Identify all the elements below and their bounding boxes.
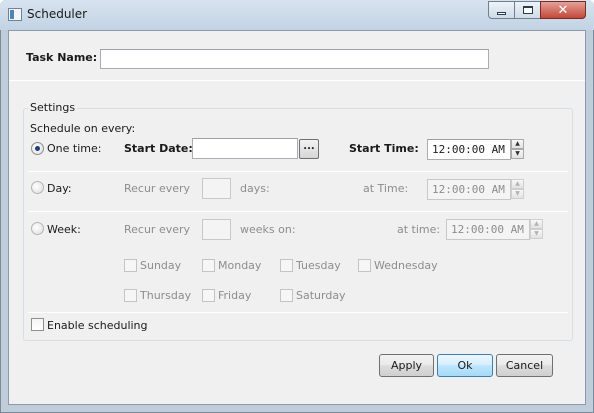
one-time-radio[interactable]: [31, 142, 44, 155]
ok-button[interactable]: Ok: [437, 354, 493, 377]
start-time-value: 12:00:00 AM: [432, 143, 505, 156]
settings-group-label: Settings: [28, 101, 78, 114]
date-picker-button[interactable]: ...: [299, 139, 319, 159]
separator-day: [28, 171, 568, 172]
week-time-spinner[interactable]: ▲ ▼: [530, 219, 543, 239]
saturday-checkbox[interactable]: [280, 289, 293, 302]
week-recur-input[interactable]: [202, 219, 231, 240]
sunday-label: Sunday: [140, 259, 182, 272]
tuesday-label: Tuesday: [296, 259, 341, 272]
day-at-time-label: at Time:: [363, 182, 409, 195]
day-time-value: 12:00:00 AM: [432, 183, 505, 196]
spin-down-icon[interactable]: ▼: [530, 229, 543, 239]
one-time-label[interactable]: One time:: [47, 142, 101, 155]
maximize-button[interactable]: [514, 1, 541, 19]
spin-up-icon[interactable]: ▲: [511, 179, 524, 189]
spin-up-icon[interactable]: ▲: [511, 139, 524, 149]
monday-label: Monday: [218, 259, 262, 272]
start-date-input[interactable]: [192, 138, 298, 159]
separator-enable: [28, 312, 568, 313]
week-recur-label: Recur every: [124, 223, 191, 236]
day-time-field[interactable]: 12:00:00 AM: [427, 179, 511, 200]
task-name-input[interactable]: [100, 49, 489, 69]
apply-button[interactable]: Apply: [379, 354, 434, 377]
saturday-label: Saturday: [296, 289, 346, 302]
week-time-value: 12:00:00 AM: [451, 223, 524, 236]
schedule-on-every-label: Schedule on every:: [30, 122, 136, 135]
day-recur-label: Recur every: [124, 182, 191, 195]
thursday-checkbox[interactable]: [124, 289, 137, 302]
week-radio[interactable]: [31, 222, 44, 235]
week-at-time-label: at time:: [397, 223, 441, 236]
day-recur-input[interactable]: [202, 178, 231, 199]
friday-checkbox[interactable]: [202, 289, 215, 302]
tuesday-checkbox[interactable]: [280, 259, 293, 272]
close-icon: ✕: [557, 2, 569, 18]
start-time-spinner[interactable]: ▲ ▼: [511, 139, 524, 159]
start-time-label: Start Time:: [349, 142, 419, 155]
close-button[interactable]: ✕: [540, 1, 586, 19]
day-time-spinner[interactable]: ▲ ▼: [511, 179, 524, 199]
window-title: Scheduler: [27, 7, 88, 21]
start-date-label: Start Date:: [124, 142, 193, 155]
maximize-icon: [522, 6, 533, 14]
start-time-field[interactable]: 12:00:00 AM: [427, 139, 511, 160]
day-radio[interactable]: [31, 181, 44, 194]
sunday-checkbox[interactable]: [124, 259, 137, 272]
friday-label: Friday: [218, 289, 252, 302]
enable-scheduling-label[interactable]: Enable scheduling: [47, 319, 148, 332]
weeks-unit-label: weeks on:: [240, 223, 296, 236]
week-label[interactable]: Week:: [47, 223, 81, 236]
minimize-icon: [497, 11, 506, 15]
monday-checkbox[interactable]: [202, 259, 215, 272]
day-label[interactable]: Day:: [47, 182, 72, 195]
wednesday-checkbox[interactable]: [358, 259, 371, 272]
wednesday-label: Wednesday: [374, 259, 438, 272]
cancel-button[interactable]: Cancel: [496, 354, 553, 377]
thursday-label: Thursday: [140, 289, 192, 302]
spin-down-icon[interactable]: ▼: [511, 189, 524, 199]
app-window-icon: [8, 8, 22, 21]
days-unit-label: days:: [240, 182, 270, 195]
minimize-button[interactable]: [488, 1, 515, 19]
separator-week: [28, 211, 568, 212]
spin-down-icon[interactable]: ▼: [511, 149, 524, 159]
enable-scheduling-checkbox[interactable]: [31, 318, 44, 331]
spin-up-icon[interactable]: ▲: [530, 219, 543, 229]
separator-top: [9, 80, 585, 81]
week-time-field[interactable]: 12:00:00 AM: [446, 219, 530, 240]
task-name-label: Task Name:: [26, 51, 98, 64]
